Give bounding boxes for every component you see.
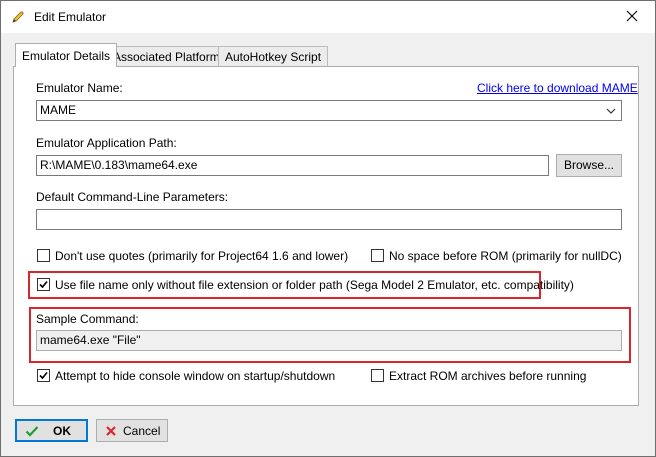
browse-button[interactable]: Browse... bbox=[556, 154, 622, 177]
emulator-name-combobox[interactable]: MAME bbox=[36, 100, 622, 121]
sample-command-label: Sample Command: bbox=[36, 312, 139, 326]
checkmark-icon bbox=[39, 280, 48, 289]
no-quotes-checkbox[interactable] bbox=[37, 249, 50, 262]
cancel-button[interactable]: Cancel bbox=[96, 419, 168, 442]
cmdline-label: Default Command-Line Parameters: bbox=[36, 190, 229, 204]
emulator-name-label: Emulator Name: bbox=[36, 81, 123, 95]
download-mame-link[interactable]: Click here to download MAME bbox=[477, 81, 638, 95]
ok-label: OK bbox=[53, 423, 71, 438]
hide-console-checkbox[interactable] bbox=[37, 369, 50, 382]
tab-emulator-details[interactable]: Emulator Details bbox=[15, 43, 118, 67]
extract-rom-label: Extract ROM archives before running bbox=[389, 369, 587, 383]
no-space-checkbox[interactable] bbox=[371, 249, 384, 262]
app-path-label: Emulator Application Path: bbox=[36, 136, 177, 150]
close-icon bbox=[626, 10, 638, 25]
window-title: Edit Emulator bbox=[34, 10, 107, 24]
close-button[interactable] bbox=[609, 1, 655, 33]
app-path-input[interactable]: R:\MAME\0.183\mame64.exe bbox=[36, 155, 549, 176]
emulator-name-value: MAME bbox=[40, 103, 76, 117]
title-bar: Edit Emulator bbox=[1, 1, 655, 33]
tab-associated-platforms[interactable]: Associated Platforms bbox=[106, 46, 233, 66]
filename-only-checkbox[interactable] bbox=[37, 278, 50, 291]
cmdline-input[interactable] bbox=[36, 209, 622, 230]
check-icon bbox=[25, 425, 39, 437]
x-icon bbox=[105, 425, 117, 437]
no-quotes-label: Don't use quotes (primarily for Project6… bbox=[55, 249, 349, 263]
edit-emulator-window: Edit Emulator Emulator Details Associate… bbox=[0, 0, 656, 457]
ok-button[interactable]: OK bbox=[15, 419, 88, 442]
hide-console-label: Attempt to hide console window on startu… bbox=[55, 369, 336, 383]
sample-command-field: mame64.exe "File" bbox=[36, 330, 622, 351]
pencil-icon bbox=[10, 9, 26, 25]
extract-rom-checkbox[interactable] bbox=[371, 369, 384, 382]
tab-autohotkey-script[interactable]: AutoHotkey Script bbox=[218, 46, 329, 66]
cancel-label: Cancel bbox=[123, 423, 161, 438]
no-space-label: No space before ROM (primarily for nullD… bbox=[389, 249, 622, 263]
chevron-down-icon[interactable] bbox=[605, 104, 617, 116]
checkmark-icon bbox=[39, 371, 48, 380]
filename-only-label: Use file name only without file extensio… bbox=[55, 278, 574, 292]
